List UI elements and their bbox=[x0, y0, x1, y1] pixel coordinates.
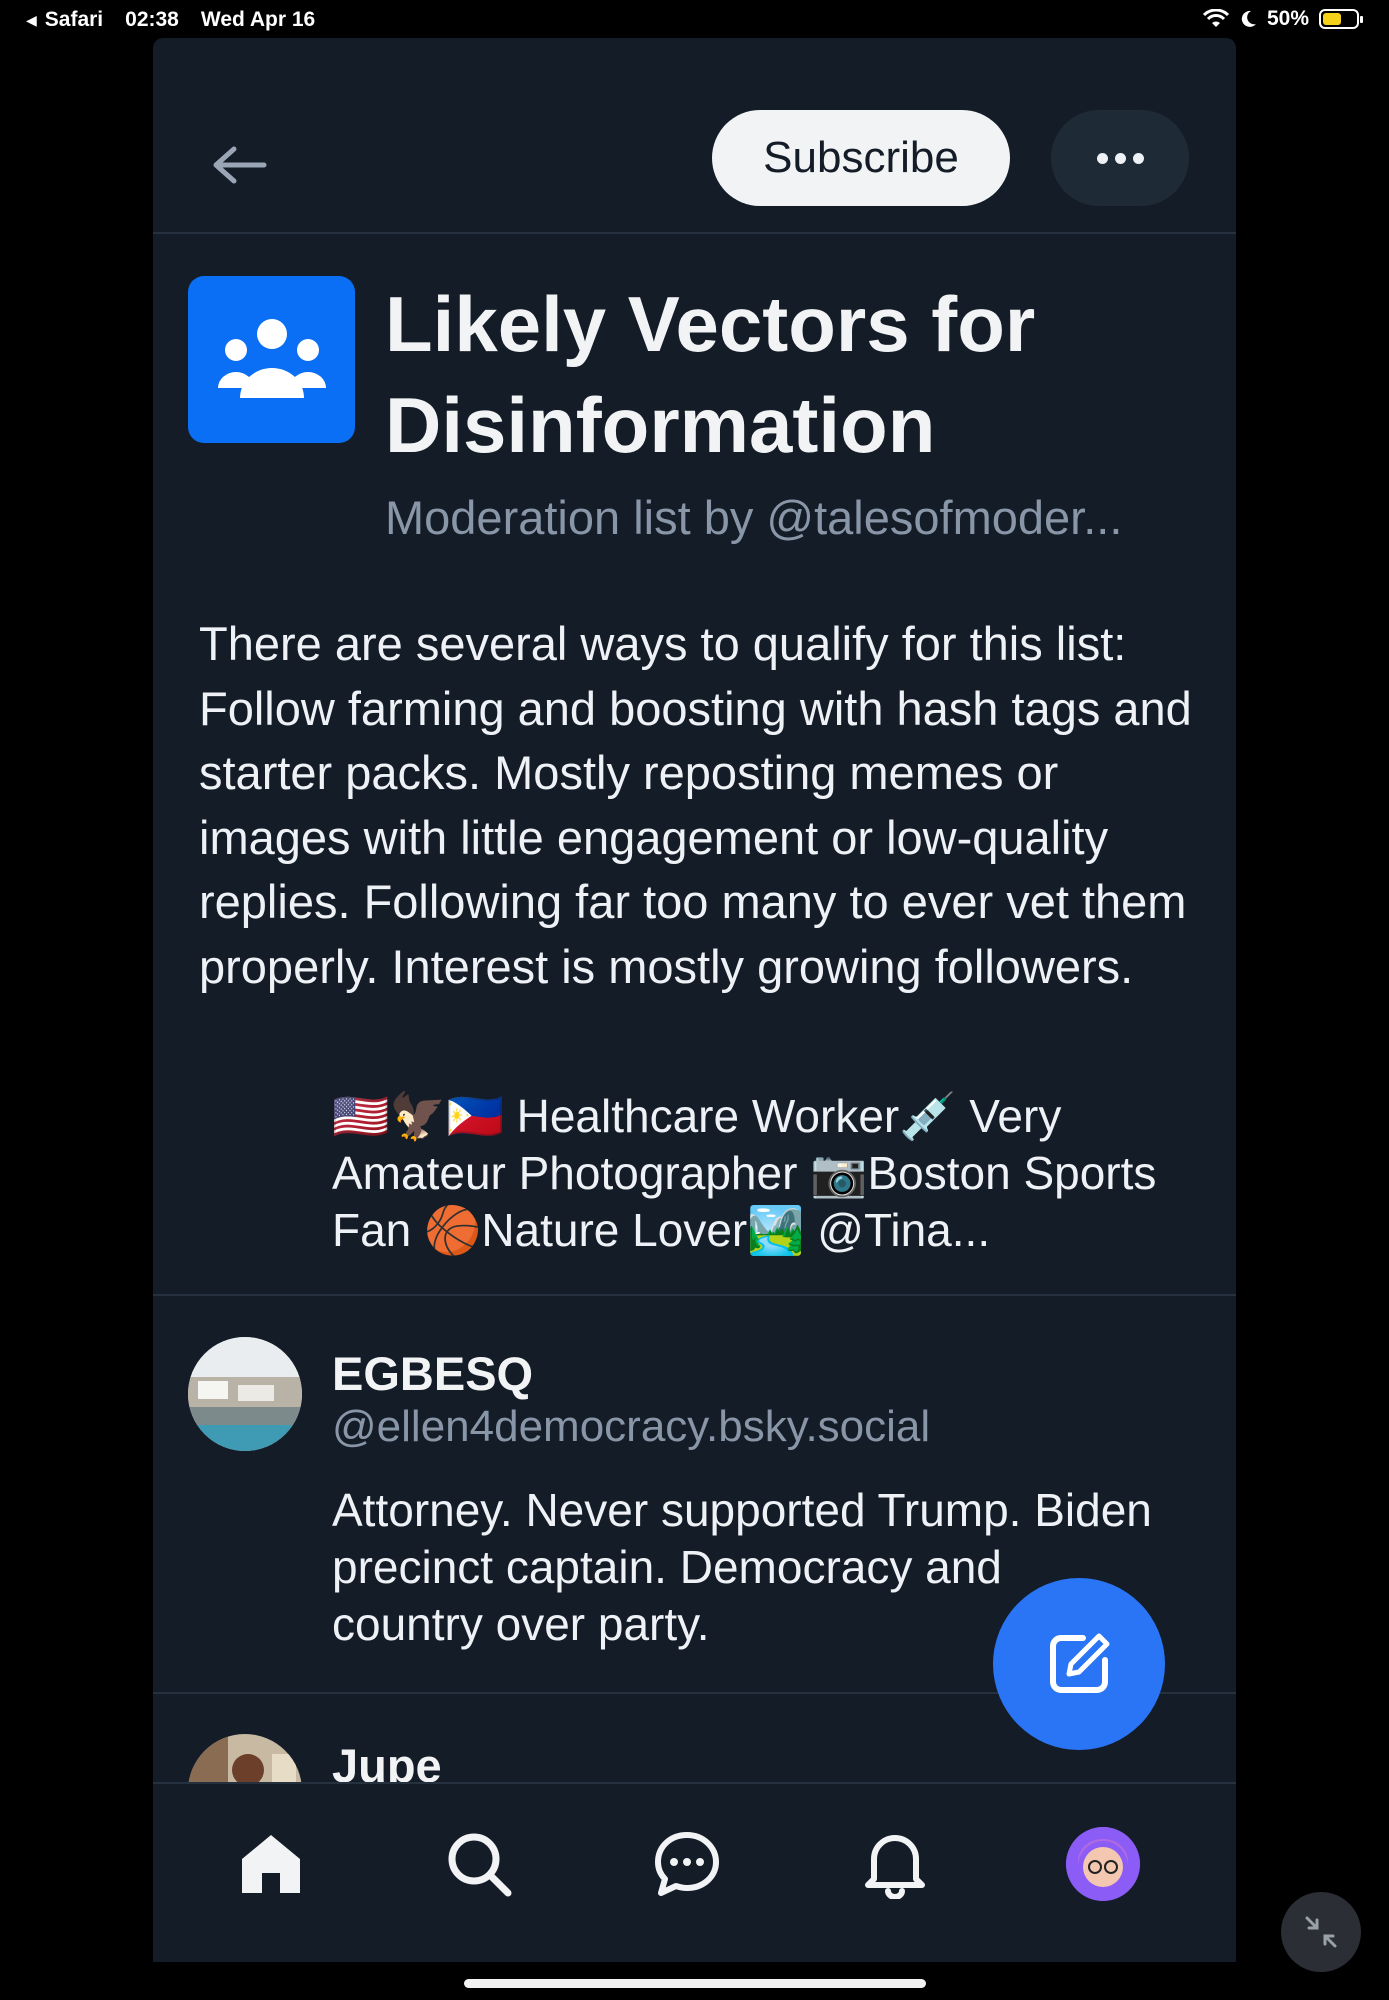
more-dot bbox=[1132, 152, 1144, 164]
nav-chat[interactable] bbox=[647, 1824, 727, 1904]
arrow-left-icon bbox=[213, 146, 267, 184]
member-handle[interactable]: @ellen4democracy.bsky.social bbox=[332, 1402, 930, 1452]
avatar[interactable] bbox=[188, 1337, 302, 1451]
battery-percent: 50% bbox=[1266, 7, 1309, 30]
status-date: Wed Apr 16 bbox=[200, 8, 316, 31]
top-bar: Subscribe bbox=[153, 38, 1236, 234]
list-header: Likely Vectors for Disinformation Modera… bbox=[153, 234, 1236, 1296]
bell-icon bbox=[865, 1835, 925, 1899]
nav-profile[interactable] bbox=[1063, 1824, 1143, 1904]
more-dot bbox=[1096, 152, 1108, 164]
search-icon bbox=[448, 1833, 512, 1897]
nav-search[interactable] bbox=[439, 1824, 519, 1904]
list-avatar bbox=[188, 276, 355, 443]
wifi-icon bbox=[1202, 9, 1229, 27]
back-to-app-label[interactable]: Safari bbox=[45, 8, 103, 32]
more-options-button[interactable] bbox=[1051, 110, 1189, 206]
bottom-nav bbox=[153, 1782, 1236, 1962]
avatar-photo bbox=[188, 1337, 302, 1451]
member-bio-snippet[interactable]: 🇺🇸🦅🇵🇭 Healthcare Worker💉 Very Amateur Ph… bbox=[332, 1088, 1212, 1259]
more-dot bbox=[1114, 152, 1126, 164]
collapse-arrows-icon bbox=[1305, 1916, 1337, 1948]
moon-icon bbox=[1241, 10, 1256, 27]
nav-home[interactable] bbox=[231, 1824, 311, 1904]
battery-icon bbox=[1319, 9, 1363, 29]
home-indicator[interactable] bbox=[464, 1979, 926, 1988]
chat-icon bbox=[655, 1832, 719, 1896]
profile-avatar bbox=[1066, 1827, 1140, 1901]
back-to-app-icon[interactable]: ◀ bbox=[26, 12, 37, 29]
status-bar: ◀ Safari 02:38 Wed Apr 16 50% bbox=[0, 0, 1389, 38]
users-group-icon bbox=[217, 318, 326, 398]
home-icon bbox=[242, 1835, 300, 1893]
list-subtitle[interactable]: Moderation list by @talesofmoder... bbox=[385, 490, 1205, 545]
nav-notifications[interactable] bbox=[855, 1824, 935, 1904]
list-description: There are several ways to qualify for th… bbox=[199, 617, 1192, 993]
app-window: Subscribe Likely Vectors for Disinformat… bbox=[153, 38, 1236, 1962]
compose-icon bbox=[1050, 1633, 1110, 1693]
status-time: 02:38 bbox=[125, 8, 179, 31]
back-button[interactable] bbox=[209, 134, 271, 196]
list-title: Likely Vectors for Disinformation bbox=[385, 280, 1036, 469]
collapse-button[interactable] bbox=[1281, 1892, 1361, 1972]
subscribe-button[interactable]: Subscribe bbox=[712, 110, 1010, 206]
compose-button[interactable] bbox=[993, 1578, 1165, 1750]
member-name[interactable]: EGBESQ bbox=[332, 1346, 533, 1401]
